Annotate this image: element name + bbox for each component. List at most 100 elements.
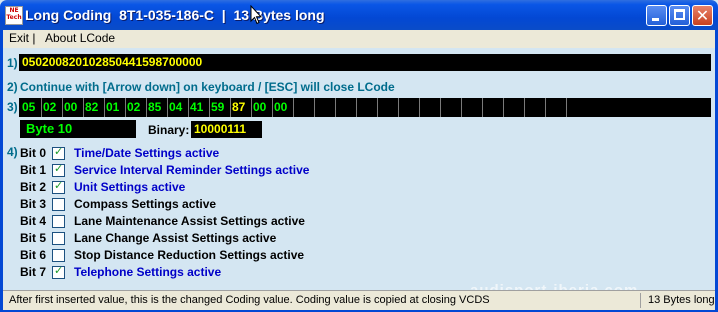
- bit-checkbox[interactable]: [52, 232, 65, 245]
- byte-cell-separator: [83, 98, 84, 117]
- byte-cell[interactable]: [568, 100, 587, 115]
- step-2-marker: 2): [7, 80, 18, 94]
- byte-cell[interactable]: 41: [190, 100, 209, 115]
- bit-description[interactable]: Lane Change Assist Settings active: [74, 231, 276, 245]
- byte-cell-separator: [41, 98, 42, 117]
- byte-cell[interactable]: [400, 100, 419, 115]
- byte-cell[interactable]: 02: [127, 100, 146, 115]
- bit-checkbox[interactable]: ✓: [52, 162, 65, 177]
- bit-description[interactable]: Time/Date Settings active: [74, 146, 219, 160]
- byte-cell-separator: [461, 98, 462, 117]
- byte-cells-row: 05 02 00 82 01 02 85 04 41 59 87 00 00: [19, 98, 711, 117]
- byte-cell[interactable]: 04: [169, 100, 188, 115]
- byte-cell[interactable]: 01: [106, 100, 125, 115]
- byte-cell[interactable]: 82: [85, 100, 104, 115]
- byte-cell[interactable]: [295, 100, 314, 115]
- byte-cell-separator: [104, 98, 105, 117]
- byte-cell-separator: [209, 98, 210, 117]
- bit-checkbox[interactable]: [52, 215, 65, 228]
- binary-label: Binary:: [148, 123, 190, 137]
- byte-cell[interactable]: 02: [43, 100, 62, 115]
- bit-description[interactable]: Service Interval Reminder Settings activ…: [74, 163, 309, 177]
- lcode-window: NE Tech Long Coding 8T1-035-186-C | 13 By…: [0, 0, 718, 312]
- coding-value-field[interactable]: 050200820102850441598700000: [19, 54, 711, 71]
- byte-cell-separator: [293, 98, 294, 117]
- byte-cell-separator: [251, 98, 252, 117]
- mouse-cursor-icon: [250, 5, 262, 25]
- step-3-marker: 3): [7, 100, 18, 114]
- bit-description[interactable]: Telephone Settings active: [74, 265, 221, 279]
- byte-cell[interactable]: [337, 100, 356, 115]
- maximize-button[interactable]: [669, 5, 690, 26]
- step-4-marker: 4): [7, 145, 18, 159]
- bit-label: Bit 1: [20, 163, 47, 177]
- byte-cell-separator: [125, 98, 126, 117]
- byte-cell[interactable]: [421, 100, 440, 115]
- byte-cell[interactable]: 05: [22, 100, 41, 115]
- checkmark-icon: ✓: [54, 264, 64, 277]
- byte-cell-separator: [335, 98, 336, 117]
- byte-cell-separator: [377, 98, 378, 117]
- bit-label: Bit 2: [20, 180, 47, 194]
- checkmark-icon: ✓: [54, 179, 64, 192]
- step-1-marker: 1): [7, 56, 18, 70]
- byte-cell-separator: [230, 98, 231, 117]
- bit-label: Bit 7: [20, 265, 47, 279]
- close-button[interactable]: ✕: [692, 5, 713, 26]
- byte-cell[interactable]: [463, 100, 482, 115]
- maximize-icon: [674, 9, 685, 20]
- window-title: Long Coding 8T1-035-186-C | 13 Bytes lon…: [25, 7, 325, 23]
- bit-description[interactable]: Stop Distance Reduction Settings active: [74, 248, 304, 262]
- byte-cell-separator: [545, 98, 546, 117]
- byte-cell-separator: [356, 98, 357, 117]
- byte-cell[interactable]: [442, 100, 461, 115]
- bit-checkbox[interactable]: ✓: [52, 264, 65, 279]
- byte-cell-separator: [314, 98, 315, 117]
- byte-cell[interactable]: [379, 100, 398, 115]
- instruction-hint: Continue with [Arrow down] on keyboard /…: [20, 80, 395, 94]
- checkmark-icon: ✓: [54, 145, 64, 158]
- binary-value-field: 10000111: [191, 121, 262, 138]
- byte-cell-separator: [524, 98, 525, 117]
- byte-cell[interactable]: [316, 100, 335, 115]
- byte-cell[interactable]: 00: [253, 100, 272, 115]
- bit-label: Bit 0: [20, 146, 47, 160]
- byte-cell[interactable]: 59: [211, 100, 230, 115]
- byte-cell[interactable]: [484, 100, 503, 115]
- checkmark-icon: ✓: [54, 162, 64, 175]
- byte-cell[interactable]: 85: [148, 100, 167, 115]
- bit-checkbox[interactable]: [52, 198, 65, 211]
- byte-cell-separator: [188, 98, 189, 117]
- selected-byte-label: Byte 10: [20, 120, 136, 138]
- bit-checkbox[interactable]: ✓: [52, 179, 65, 194]
- bit-label: Bit 4: [20, 214, 47, 228]
- byte-cell[interactable]: [505, 100, 524, 115]
- app-icon[interactable]: NE Tech: [5, 6, 23, 25]
- byte-cell-separator: [272, 98, 273, 117]
- menu-bar: Exit | About LCode: [0, 30, 718, 48]
- bit-label: Bit 3: [20, 197, 47, 211]
- byte-cell[interactable]: 00: [274, 100, 293, 115]
- bit-label: Bit 6: [20, 248, 47, 262]
- status-divider: [640, 293, 641, 308]
- byte-cell[interactable]: 00: [64, 100, 83, 115]
- status-message: After first inserted value, this is the …: [9, 294, 490, 306]
- byte-cell[interactable]: [358, 100, 377, 115]
- byte-cell-separator: [398, 98, 399, 117]
- byte-cell[interactable]: 87: [232, 100, 251, 115]
- byte-cell[interactable]: [526, 100, 545, 115]
- minimize-icon: [652, 18, 659, 21]
- title-bar[interactable]: NE Tech Long Coding 8T1-035-186-C | 13 By…: [0, 0, 718, 30]
- bit-description[interactable]: Compass Settings active: [74, 197, 216, 211]
- bit-description[interactable]: Lane Maintenance Assist Settings active: [74, 214, 305, 228]
- bit-description[interactable]: Unit Settings active: [74, 180, 185, 194]
- byte-cell-separator: [566, 98, 567, 117]
- menu-exit[interactable]: Exit |: [9, 31, 35, 45]
- menu-about[interactable]: About LCode: [45, 31, 115, 45]
- minimize-button[interactable]: [646, 5, 667, 26]
- bit-checkbox[interactable]: [52, 249, 65, 262]
- bit-checkbox[interactable]: ✓: [52, 145, 65, 160]
- byte-cell[interactable]: [547, 100, 566, 115]
- byte-cell-separator: [146, 98, 147, 117]
- status-bytes-count: 13 Bytes long: [648, 294, 715, 306]
